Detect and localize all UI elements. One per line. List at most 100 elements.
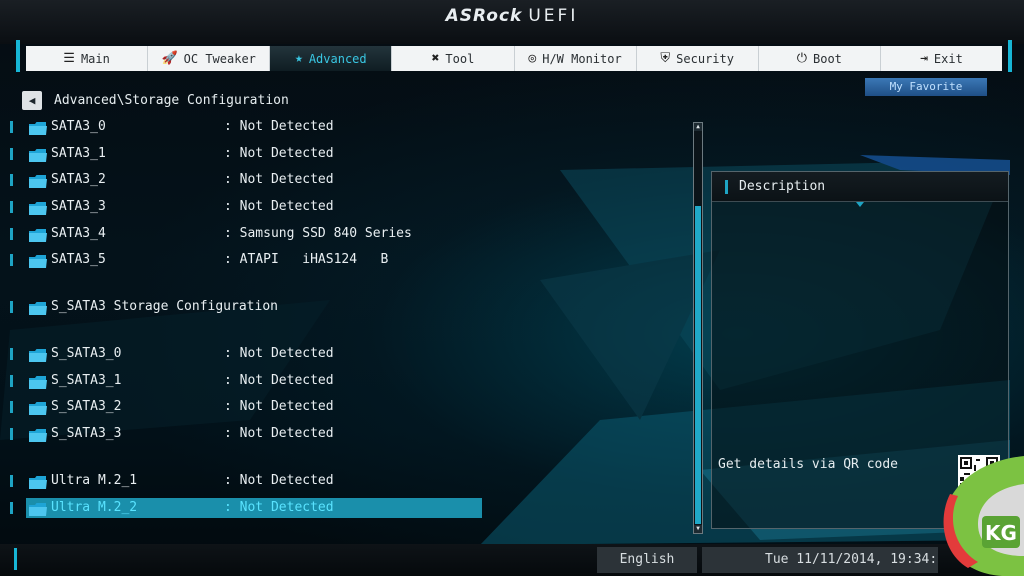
list-item[interactable]: SATA3_3 : Not Detected bbox=[10, 197, 482, 217]
qr-text: Get details via QR code bbox=[718, 457, 899, 472]
scrollbar-thumb[interactable] bbox=[695, 206, 701, 524]
monitor-icon: ◎ bbox=[528, 51, 537, 66]
item-name: S_SATA3 Storage Configuration bbox=[51, 299, 278, 314]
list-item[interactable]: SATA3_5 : ATAPI iHAS124 B bbox=[10, 250, 482, 270]
folder-icon bbox=[29, 400, 47, 415]
row-accent-bar bbox=[10, 375, 13, 387]
item-value: : Not Detected bbox=[224, 373, 334, 388]
folder-icon bbox=[29, 120, 47, 135]
row-accent-bar bbox=[10, 401, 13, 413]
scrollbar[interactable]: ▲ ▼ bbox=[693, 122, 703, 534]
product-name: UEFI bbox=[528, 6, 579, 26]
list-item[interactable]: SATA3_4: Samsung SSD 840 Series bbox=[10, 224, 482, 244]
list-icon: ☰ bbox=[63, 51, 75, 66]
shield-icon: ⛨ bbox=[660, 51, 671, 66]
tab-advanced[interactable]: ★ Advanced bbox=[270, 46, 393, 71]
scroll-down-icon[interactable]: ▼ bbox=[694, 525, 702, 533]
folder-icon bbox=[29, 347, 47, 362]
folder-icon bbox=[29, 200, 47, 215]
item-name: Ultra M.2_1 bbox=[51, 473, 138, 488]
item-name: S_SATA3_3 bbox=[51, 426, 122, 441]
star-icon: ★ bbox=[295, 51, 303, 66]
watermark-text: KG bbox=[985, 521, 1017, 545]
list-item[interactable]: S_SATA3_3 : Not Detected bbox=[10, 424, 482, 444]
list-item[interactable]: Ultra M.2_2: Not Detected bbox=[10, 498, 482, 518]
tab-label: Advanced bbox=[308, 51, 367, 66]
folder-icon bbox=[29, 253, 47, 268]
brand-name: ASRock bbox=[445, 6, 523, 26]
description-title: Description bbox=[739, 179, 826, 194]
row-accent-bar bbox=[10, 228, 13, 240]
tab-label: Main bbox=[80, 51, 110, 66]
tab-bar-right-edge bbox=[1008, 40, 1012, 72]
tabs: ☰ Main 🚀 OC Tweaker ★ Advanced ✖ Tool ◎ H/W Monit… bbox=[26, 46, 1002, 71]
tab-boot[interactable]: ⏻ Boot bbox=[759, 46, 881, 71]
description-notch-icon bbox=[856, 202, 864, 207]
item-name: SATA3_4 bbox=[51, 226, 106, 241]
item-value: : Not Detected bbox=[224, 426, 334, 441]
kg-watermark-logo: KG bbox=[943, 456, 1024, 576]
list-item[interactable]: S_SATA3_1 : Not Detected bbox=[10, 371, 482, 391]
row-accent-bar bbox=[10, 428, 13, 440]
item-value: : Not Detected bbox=[224, 346, 334, 361]
folder-icon bbox=[29, 474, 47, 489]
tab-security[interactable]: ⛨ Security bbox=[637, 46, 759, 71]
item-name: SATA3_2 bbox=[51, 172, 106, 187]
list-item[interactable]: S_SATA3_0 : Not Detected bbox=[10, 344, 482, 364]
date-time: Tue 11/11/2014, 19:34:05 bbox=[702, 547, 938, 573]
tab-bar-left-edge bbox=[16, 40, 20, 72]
list-item[interactable]: SATA3_2 : Not Detected bbox=[10, 170, 482, 190]
row-accent-bar bbox=[10, 201, 13, 213]
item-value: : Not Detected bbox=[224, 199, 334, 214]
tab-h-w-monitor[interactable]: ◎ H/W Monitor bbox=[515, 46, 637, 71]
item-value: : Not Detected bbox=[224, 119, 334, 134]
my-favorite-button[interactable]: My Favorite bbox=[865, 78, 987, 96]
folder-icon bbox=[29, 501, 47, 516]
item-name: SATA3_3 bbox=[51, 199, 106, 214]
item-value: : ATAPI iHAS124 B bbox=[224, 252, 389, 267]
header: ASRock UEFI bbox=[0, 0, 1024, 44]
list-item[interactable]: SATA3_0: Not Detected bbox=[10, 117, 482, 137]
tools-icon: ✖ bbox=[431, 51, 440, 66]
item-name: S_SATA3_2 bbox=[51, 399, 122, 414]
row-accent-bar bbox=[10, 121, 13, 133]
folder-icon bbox=[29, 173, 47, 188]
item-name: SATA3_1 bbox=[51, 146, 106, 161]
row-accent-bar bbox=[10, 148, 13, 160]
row-accent-bar bbox=[10, 475, 13, 487]
exit-icon: ⇥ bbox=[920, 51, 928, 66]
scroll-up-icon[interactable]: ▲ bbox=[694, 123, 702, 131]
list-item[interactable]: SATA3_1 : Not Detected bbox=[10, 144, 482, 164]
row-accent-bar bbox=[10, 254, 13, 266]
tab-label: H/W Monitor bbox=[542, 51, 622, 66]
language-button[interactable]: English bbox=[597, 547, 697, 573]
submenu-item[interactable]: S_SATA3 Storage Configuration bbox=[10, 297, 482, 317]
row-accent-bar bbox=[10, 502, 13, 514]
item-name: SATA3_5 bbox=[51, 252, 106, 267]
breadcrumb: Advanced\Storage Configuration bbox=[54, 93, 289, 108]
row-accent-bar bbox=[10, 348, 13, 360]
tab-oc-tweaker[interactable]: 🚀 OC Tweaker bbox=[148, 46, 271, 71]
folder-icon bbox=[29, 427, 47, 442]
item-value: : Not Detected bbox=[224, 399, 334, 414]
tab-label: OC Tweaker bbox=[183, 51, 256, 66]
tab-label: Exit bbox=[933, 51, 963, 66]
list-item[interactable]: Ultra M.2_1: Not Detected bbox=[10, 471, 482, 491]
tab-label: Security bbox=[676, 51, 734, 66]
item-name: S_SATA3_0 bbox=[51, 346, 122, 361]
description-accent-bar bbox=[725, 180, 728, 194]
item-value: : Not Detected bbox=[224, 146, 334, 161]
tab-exit[interactable]: ⇥ Exit bbox=[881, 46, 1002, 71]
back-button[interactable]: ◀ bbox=[22, 91, 42, 110]
footer-edge bbox=[14, 548, 17, 570]
description-header: Description bbox=[712, 172, 1008, 202]
tab-main[interactable]: ☰ Main bbox=[26, 46, 149, 71]
item-name: S_SATA3_1 bbox=[51, 373, 122, 388]
folder-icon bbox=[29, 374, 47, 389]
tab-tool[interactable]: ✖ Tool bbox=[392, 46, 515, 71]
tab-label: Tool bbox=[445, 51, 475, 66]
list-item[interactable]: S_SATA3_2 : Not Detected bbox=[10, 397, 482, 417]
folder-icon bbox=[29, 227, 47, 242]
row-accent-bar bbox=[10, 174, 13, 186]
item-value: : Not Detected bbox=[224, 172, 334, 187]
